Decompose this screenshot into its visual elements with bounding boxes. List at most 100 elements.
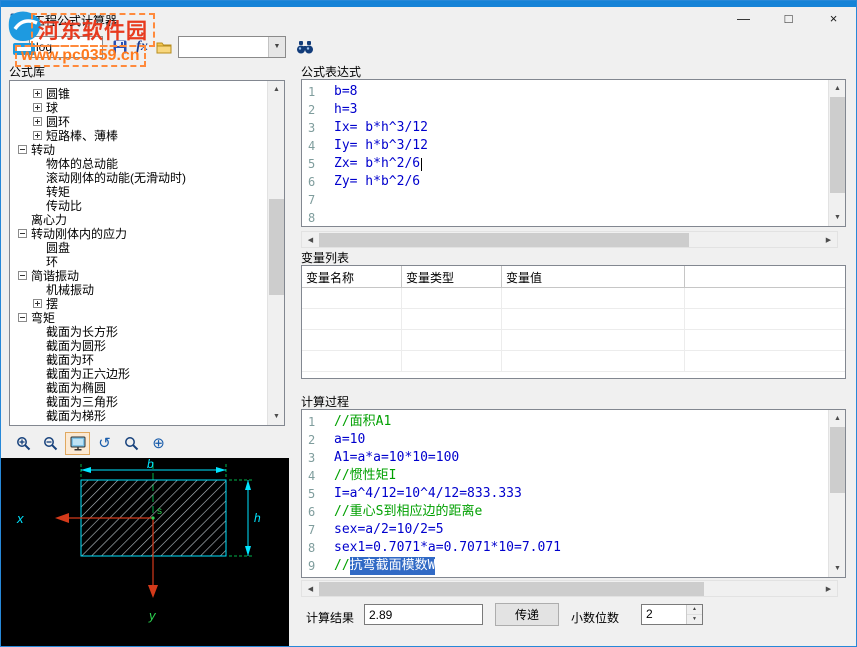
editor-line[interactable]: 7 — [302, 191, 828, 209]
decimals-value: 2 — [642, 605, 686, 624]
fit-screen-button[interactable] — [65, 432, 90, 455]
close-button[interactable]: × — [811, 7, 856, 33]
collapse-icon[interactable] — [18, 145, 27, 154]
scroll-down-icon[interactable]: ▼ — [268, 408, 285, 425]
chevron-down-icon[interactable]: ▼ — [268, 37, 285, 57]
formula-tree[interactable]: 圆锥球圆环短路棒、薄棒转动物体的总动能滚动刚体的动能(无滑动时)转矩传动比离心力… — [9, 80, 285, 426]
scrollbar-thumb[interactable] — [319, 582, 704, 596]
result-label: 计算结果 — [306, 609, 354, 626]
editor-line[interactable]: 7sex=a/2=10/2=5 — [302, 521, 828, 539]
table-row[interactable] — [302, 288, 845, 309]
scroll-down-icon[interactable]: ▼ — [829, 209, 846, 226]
rotate-icon: ↺ — [98, 436, 111, 451]
function-button[interactable]: fx — [131, 36, 153, 58]
expression-hscrollbar[interactable]: ◀ ▶ — [301, 231, 838, 248]
expand-icon[interactable] — [33, 103, 42, 112]
open-button[interactable] — [153, 36, 175, 58]
editor-line[interactable]: 1b=8 — [302, 83, 828, 101]
minimize-button[interactable]: — — [721, 7, 766, 33]
decimals-label: 小数位数 — [571, 609, 619, 626]
scroll-left-icon[interactable]: ◀ — [302, 232, 319, 249]
scroll-right-icon[interactable]: ▶ — [820, 581, 837, 598]
table-cell — [302, 288, 402, 308]
scroll-right-icon[interactable]: ▶ — [820, 232, 837, 249]
expression-vscrollbar[interactable]: ▲ ▼ — [828, 80, 845, 226]
pan-button[interactable]: ⊕ — [146, 432, 171, 455]
table-cell — [302, 351, 402, 371]
editor-line[interactable]: 6//重心S到相应边的距离e — [302, 503, 828, 521]
scroll-up-icon[interactable]: ▲ — [829, 80, 846, 97]
scroll-down-icon[interactable]: ▼ — [829, 560, 846, 577]
transfer-button[interactable]: 传递 — [495, 603, 559, 626]
zoom-out-button[interactable] — [38, 432, 63, 455]
scrollbar-thumb[interactable] — [269, 199, 284, 295]
scrollbar-thumb[interactable] — [319, 233, 689, 247]
editor-line[interactable]: 5Zx= b*h^2/6 — [302, 155, 828, 173]
scroll-up-icon[interactable]: ▲ — [268, 81, 285, 98]
binoculars-icon — [296, 40, 314, 54]
collapse-icon[interactable] — [18, 313, 27, 322]
editor-line[interactable]: 4//惯性矩I — [302, 467, 828, 485]
collapse-icon[interactable] — [18, 229, 27, 238]
line-number: 3 — [302, 119, 334, 137]
process-editor[interactable]: 1//面积A12a=103A1=a*a=10*10=1004//惯性矩I5I=a… — [301, 409, 846, 578]
tree-scrollbar[interactable]: ▲ ▼ — [267, 81, 284, 425]
scrollbar-thumb[interactable] — [830, 97, 845, 193]
code-text: sex1=0.7071*a=0.7071*10=7.071 — [334, 539, 561, 557]
line-number: 2 — [302, 431, 334, 449]
search-button[interactable] — [294, 36, 316, 58]
code-text: A1=a*a=10*10=100 — [334, 449, 459, 467]
column-header[interactable]: 变量类型 — [402, 266, 502, 287]
category-combo[interactable]: ▼ — [178, 36, 286, 58]
column-header[interactable]: 变量名称 — [302, 266, 402, 287]
column-header[interactable]: 变量值 — [502, 266, 685, 287]
y-axis-label: y — [148, 608, 157, 623]
editor-line[interactable]: 3A1=a*a=10*10=100 — [302, 449, 828, 467]
process-vscrollbar[interactable]: ▲ ▼ — [828, 410, 845, 577]
table-row[interactable] — [302, 309, 845, 330]
scrollbar-thumb[interactable] — [830, 427, 845, 493]
table-cell — [502, 330, 685, 350]
decimals-spinner[interactable]: 2 ▲ ▼ — [641, 604, 703, 625]
section-drawing[interactable]: b h x y s — [1, 458, 289, 647]
result-input[interactable] — [364, 604, 483, 625]
editor-line[interactable]: 2a=10 — [302, 431, 828, 449]
line-number: 7 — [302, 191, 334, 209]
spin-up-icon[interactable]: ▲ — [687, 605, 702, 615]
process-hscrollbar[interactable]: ◀ ▶ — [301, 580, 838, 597]
expand-icon[interactable] — [33, 299, 42, 308]
editor-line[interactable]: 5I=a^4/12=10^4/12=833.333 — [302, 485, 828, 503]
tree-item[interactable]: 截面为梯形 — [10, 408, 267, 422]
variables-table[interactable]: 变量名称变量类型变量值 — [301, 265, 846, 379]
zoom-window-button[interactable] — [119, 432, 144, 455]
table-row[interactable] — [302, 351, 845, 372]
editor-line[interactable]: 1//面积A1 — [302, 413, 828, 431]
titlebar[interactable]: 工程公式计算器 — □ × — [1, 7, 856, 33]
rotate-button[interactable]: ↺ — [92, 432, 117, 455]
collapse-icon[interactable] — [18, 271, 27, 280]
comment-text: //面积A1 — [334, 413, 391, 431]
editor-line[interactable]: 4Iy= h*b^3/12 — [302, 137, 828, 155]
scroll-up-icon[interactable]: ▲ — [829, 410, 846, 427]
window-title: 工程公式计算器 — [33, 12, 117, 29]
save-button[interactable] — [109, 36, 131, 58]
editor-line[interactable]: 6Zy= h*b^2/6 — [302, 173, 828, 191]
editor-line[interactable]: 2h=3 — [302, 101, 828, 119]
spin-down-icon[interactable]: ▼ — [687, 615, 702, 624]
comment-text: //重心S到相应边的距离e — [334, 503, 482, 521]
column-header-filler — [685, 266, 845, 287]
editor-line[interactable]: 3Ix= b*h^3/12 — [302, 119, 828, 137]
expand-icon[interactable] — [33, 131, 42, 140]
editor-line[interactable]: 8sex1=0.7071*a=0.7071*10=7.071 — [302, 539, 828, 557]
zoom-in-button[interactable] — [11, 432, 36, 455]
expand-icon[interactable] — [33, 89, 42, 98]
maximize-button[interactable]: □ — [766, 7, 811, 33]
expression-editor[interactable]: 1b=82h=33Ix= b*h^3/124Iy= h*b^3/125Zx= b… — [301, 79, 846, 227]
editor-line[interactable]: 8 — [302, 209, 828, 226]
table-row[interactable] — [302, 330, 845, 351]
table-cell — [302, 309, 402, 329]
scroll-left-icon[interactable]: ◀ — [302, 581, 319, 598]
editor-line[interactable]: 9//抗弯截面模数W — [302, 557, 828, 575]
expand-icon[interactable] — [33, 117, 42, 126]
formula-combo[interactable]: log — [29, 36, 103, 58]
